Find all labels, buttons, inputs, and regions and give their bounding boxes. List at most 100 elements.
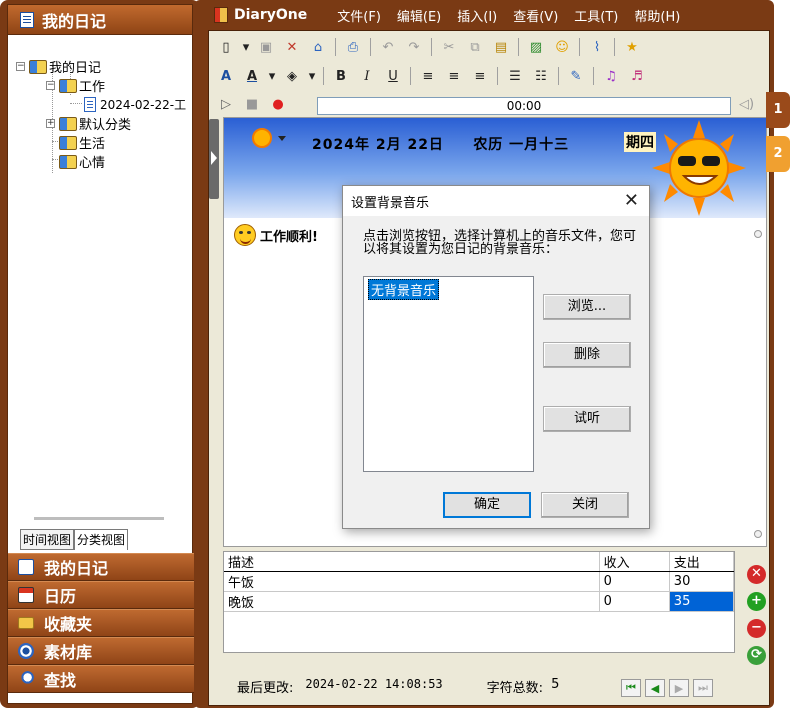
tree-item-default-category[interactable]: + 默认分类 (46, 114, 131, 133)
previous-page-icon[interactable]: ◀ (645, 679, 665, 697)
left-panel: 我的日记 − 我的日记 − 工作 2024-02-22-工 + 默认分类 生活 … (0, 0, 200, 708)
insert-image-icon[interactable]: ▨ (525, 36, 547, 58)
font-color-icon[interactable]: A (241, 65, 263, 87)
numbered-list-icon[interactable]: ☷ (530, 65, 552, 87)
table-row: 晚饭 0 35 (224, 591, 735, 612)
align-center-icon[interactable]: ≡ (443, 65, 465, 87)
paste-icon[interactable]: ▤ (490, 36, 512, 58)
nav-item-search[interactable]: 查找 (8, 665, 194, 693)
search-icon (18, 671, 34, 687)
sidebar-nav: 我的日记 日历 收藏夹 素材库 查找 (8, 553, 194, 693)
italic-icon[interactable]: I (356, 65, 378, 87)
tree-item-life[interactable]: 生活 (59, 133, 105, 152)
tree-item-work[interactable]: − 工作 (46, 76, 105, 95)
stop-icon[interactable]: ■ (241, 93, 263, 115)
diary-icon (20, 11, 34, 28)
close-button[interactable]: 关闭 (541, 492, 629, 518)
column-header-expense: 支出 (669, 552, 735, 572)
music-icon[interactable]: ♫ (600, 65, 622, 87)
nav-item-calendar[interactable]: 日历 (8, 581, 194, 609)
tree-item-root[interactable]: − 我的日记 (16, 57, 101, 76)
tree-item-entry[interactable]: 2024-02-22-工 (84, 95, 186, 113)
sidebar-header: 我的日记 (8, 5, 192, 35)
delete-button[interactable]: 删除 (543, 342, 631, 368)
next-page-icon[interactable]: ▶ (669, 679, 689, 697)
cut-icon[interactable]: ✂ (438, 36, 460, 58)
delete-page-icon[interactable]: ✕ (281, 36, 303, 58)
last-modified-value: 2024-02-22 14:08:53 (305, 677, 443, 691)
ok-button[interactable]: 确定 (443, 492, 531, 518)
cell-description[interactable]: 晚饭 (224, 591, 600, 612)
cell-expense-selected[interactable]: 35 (669, 591, 735, 612)
scroll-up-icon[interactable] (754, 230, 762, 238)
sidebar-toggle-button[interactable] (209, 119, 219, 199)
tab-category-view[interactable]: 分类视图 (74, 529, 129, 550)
cell-expense[interactable]: 30 (669, 571, 735, 592)
collapse-icon[interactable]: − (16, 61, 25, 71)
cell-income[interactable]: 0 (599, 591, 670, 612)
edit-note-icon[interactable]: ✎ (565, 65, 587, 87)
dropdown-arrow-icon[interactable] (278, 136, 286, 141)
expand-icon[interactable]: + (46, 118, 55, 128)
tree-item-mood[interactable]: 心情 (59, 152, 105, 171)
nav-item-favorites[interactable]: 收藏夹 (8, 609, 194, 637)
list-item[interactable]: 无背景音乐 (368, 279, 440, 300)
close-icon[interactable]: ✕ (624, 192, 639, 210)
page-tab-1[interactable]: 1 (766, 92, 790, 128)
record-icon[interactable]: ● (267, 93, 289, 115)
dropdown-arrow-icon[interactable]: ▾ (241, 36, 251, 58)
diary-date: 2024年 2月 22日 农历 一月十三 (312, 134, 569, 154)
weather-sunny-icon[interactable] (252, 128, 272, 148)
delete-row-icon[interactable]: ✕ (747, 565, 766, 584)
attachment-icon[interactable]: ⌇ (586, 36, 608, 58)
bullet-list-icon[interactable]: ☰ (504, 65, 526, 87)
align-left-icon[interactable]: ≡ (417, 65, 439, 87)
insert-emoticon-icon[interactable]: ☺ (551, 36, 573, 58)
menu-view[interactable]: 查看(V) (511, 6, 560, 25)
preview-button[interactable]: 试听 (543, 406, 631, 432)
tab-time-view[interactable]: 时间视图 (20, 529, 75, 550)
new-icon[interactable]: ▯ (215, 36, 237, 58)
player-bar: ▷ ■ ● (215, 91, 289, 117)
dropdown-arrow-icon[interactable]: ▾ (267, 65, 277, 87)
undo-icon[interactable]: ↶ (377, 36, 399, 58)
diary-text[interactable]: 工作顺利! (260, 226, 318, 245)
highlight-color-icon[interactable]: ◈ (281, 65, 303, 87)
nav-item-my-diary[interactable]: 我的日记 (8, 553, 194, 581)
align-right-icon[interactable]: ≡ (469, 65, 491, 87)
play-icon[interactable]: ▷ (215, 93, 237, 115)
favorite-star-icon[interactable]: ★ (621, 36, 643, 58)
menu-edit[interactable]: 编辑(E) (395, 6, 443, 25)
print-icon[interactable]: ⎙ (342, 36, 364, 58)
nav-item-label: 素材库 (44, 643, 93, 662)
bold-icon[interactable]: B (330, 65, 352, 87)
collapse-icon[interactable]: − (46, 80, 55, 90)
menu-tools[interactable]: 工具(T) (572, 6, 620, 25)
nav-item-materials[interactable]: 素材库 (8, 637, 194, 665)
scroll-down-icon[interactable] (754, 530, 762, 538)
redo-icon[interactable]: ↷ (403, 36, 425, 58)
cell-income[interactable]: 0 (599, 571, 670, 592)
dropdown-arrow-icon[interactable]: ▾ (307, 65, 317, 87)
save-icon[interactable]: ▣ (255, 36, 277, 58)
horizontal-scrollbar[interactable] (34, 517, 164, 520)
underline-icon[interactable]: U (382, 65, 404, 87)
menu-insert[interactable]: 插入(I) (455, 6, 499, 25)
lock-icon[interactable]: ⌂ (307, 36, 329, 58)
volume-icon[interactable]: ◁) (739, 97, 754, 112)
menu-help[interactable]: 帮助(H) (632, 6, 682, 25)
first-page-icon[interactable]: ⏮ (621, 679, 641, 697)
diaryone-window: 我的日记 − 我的日记 − 工作 2024-02-22-工 + 默认分类 生活 … (0, 0, 800, 715)
remove-row-icon[interactable]: − (747, 619, 766, 638)
page-tab-2[interactable]: 2 (766, 136, 790, 172)
add-row-icon[interactable]: + (747, 592, 766, 611)
last-page-icon[interactable]: ⏭ (693, 679, 713, 697)
copy-icon[interactable]: ⧉ (464, 36, 486, 58)
music-listbox[interactable]: 无背景音乐 (363, 276, 534, 472)
menu-file[interactable]: 文件(F) (335, 6, 383, 25)
music-settings-icon[interactable]: ♬ (626, 65, 648, 87)
refresh-icon[interactable]: ⟳ (747, 646, 766, 665)
browse-button[interactable]: 浏览... (543, 294, 631, 320)
font-icon[interactable]: A (215, 65, 237, 87)
cell-description[interactable]: 午饭 (224, 571, 600, 592)
